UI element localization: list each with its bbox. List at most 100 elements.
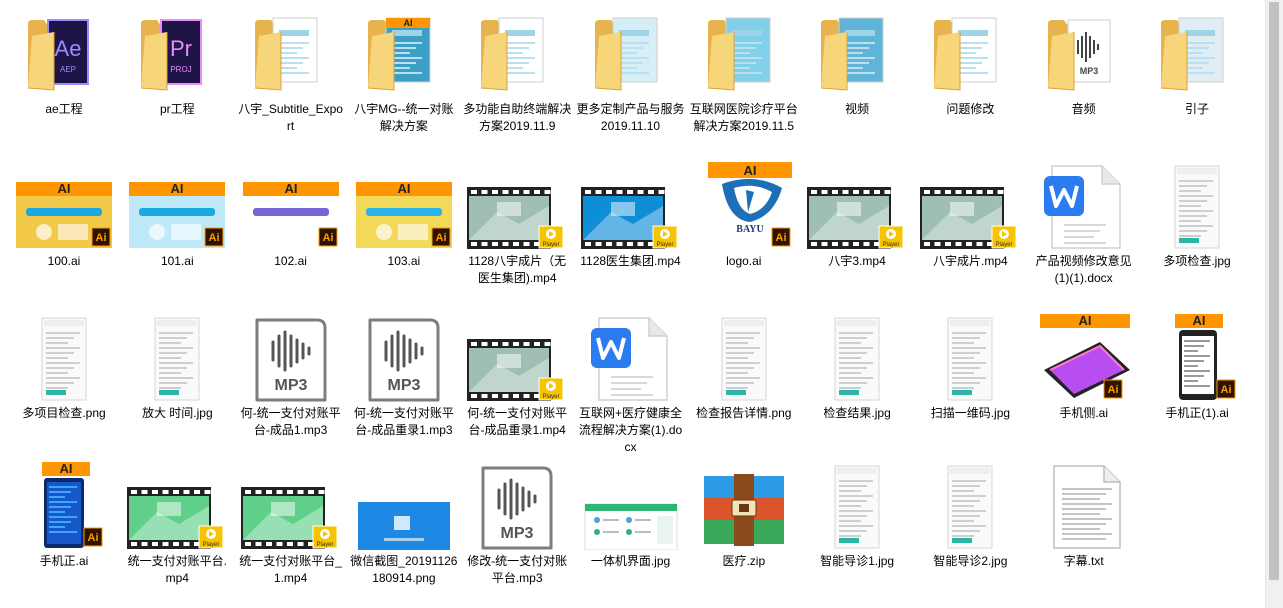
file-thumbnail xyxy=(694,314,794,402)
file-item[interactable]: 智能导诊2.jpg xyxy=(914,462,1026,570)
file-item[interactable]: MP3 何-统一支付对账平台-成品1.mp3 xyxy=(235,314,347,439)
doc-folder-icon xyxy=(481,17,544,91)
file-name: 1128八宇成片（无医生集团).mp4 xyxy=(468,254,567,285)
file-item[interactable]: 扫描一维码.jpg xyxy=(914,314,1026,422)
file-item[interactable]: 多项目检查.png xyxy=(8,314,120,422)
file-thumbnail: MP3 xyxy=(467,462,567,550)
file-thumbnail xyxy=(807,462,907,550)
file-name: 互联网+医疗健康全流程解决方案(1).docx xyxy=(578,406,683,454)
file-item[interactable]: AI 八宇MG--统一对账解决方案 xyxy=(348,10,460,135)
file-item[interactable]: 八宇_Subtitle_Export xyxy=(235,10,347,135)
file-name: pr工程 xyxy=(159,102,195,116)
image-file-icon xyxy=(357,502,450,550)
file-item[interactable]: 一体机界面.jpg xyxy=(575,462,687,570)
scrollbar-thumb[interactable] xyxy=(1269,2,1279,580)
file-item[interactable]: 多项检查.jpg xyxy=(1141,162,1253,270)
file-name: 何-统一支付对账平台-成品1.mp3 xyxy=(240,406,341,437)
app-glyph: Pr xyxy=(170,36,192,61)
file-item[interactable]: AI Ai 100.ai xyxy=(8,162,120,270)
file-name: 字幕.txt xyxy=(1063,554,1104,568)
player-badge: Player xyxy=(543,242,560,248)
phone-ai-file-icon: AI Ai xyxy=(42,462,103,548)
file-item[interactable]: AI Ai 手机正(1).ai xyxy=(1141,314,1253,422)
file-item[interactable]: AI Ai 手机正.ai xyxy=(8,462,120,570)
mp3-file-icon: MP3 xyxy=(481,466,553,550)
file-thumbnail: AI Ai xyxy=(1034,314,1134,402)
mp3-glyph: MP3 xyxy=(1079,66,1098,76)
file-item[interactable]: 放大 时间.jpg xyxy=(121,314,233,422)
ai-tag-text: AI xyxy=(171,181,184,196)
file-item[interactable]: AI BAYU Ai logo.ai xyxy=(688,162,800,270)
file-item[interactable]: Player 何-统一支付对账平台-成品重录1.mp4 xyxy=(461,314,573,439)
file-item[interactable]: AI Ai 手机侧.ai xyxy=(1028,314,1140,422)
text-file-icon xyxy=(1052,465,1121,549)
file-item[interactable]: MP3 何-统一支付对账平台-成品重录1.mp3 xyxy=(348,314,460,439)
file-name: 问题修改 xyxy=(946,102,995,116)
file-item[interactable]: 引子 xyxy=(1141,10,1253,118)
file-thumbnail: AI Ai xyxy=(354,162,454,250)
ai-file-icon: AI Ai xyxy=(16,181,112,248)
file-thumbnail xyxy=(920,462,1020,550)
file-item[interactable]: AI Ai 102.ai xyxy=(235,162,347,270)
image-file-icon xyxy=(41,317,87,401)
image-file-icon xyxy=(947,317,993,401)
file-item[interactable]: Ae AEP ae工程 xyxy=(8,10,120,118)
file-thumbnail: Player xyxy=(127,462,227,550)
file-thumbnail xyxy=(807,10,907,98)
file-item[interactable]: 视频 xyxy=(801,10,913,118)
word-file-icon xyxy=(590,317,668,401)
file-item[interactable]: 产品视频修改意见(1)(1).docx xyxy=(1028,162,1140,287)
file-item[interactable]: Player 1128八宇成片（无医生集团).mp4 xyxy=(461,162,573,287)
file-item[interactable]: 检查结果.jpg xyxy=(801,314,913,422)
file-item[interactable]: 智能导诊1.jpg xyxy=(801,462,913,570)
file-item[interactable]: 互联网医院诊疗平台解决方案2019.11.5 xyxy=(688,10,800,135)
file-item[interactable]: AI Ai 103.ai xyxy=(348,162,460,270)
file-item[interactable]: Pr PROJ pr工程 xyxy=(121,10,233,118)
ai-badge: Ai xyxy=(435,232,446,244)
file-thumbnail xyxy=(354,462,454,550)
file-item[interactable]: 检查报告详情.png xyxy=(688,314,800,422)
app-subglyph: PROJ xyxy=(171,65,192,74)
file-item[interactable]: Player 八宇3.mp4 xyxy=(801,162,913,270)
file-item[interactable]: 问题修改 xyxy=(914,10,1026,118)
word-file-icon xyxy=(1043,165,1121,249)
player-badge: Player xyxy=(203,542,220,548)
file-item[interactable]: Player 1128医生集团.mp4 xyxy=(575,162,687,270)
ai-folder-icon: AI xyxy=(367,17,431,91)
file-name: 检查报告详情.png xyxy=(696,406,792,420)
file-thumbnail xyxy=(581,10,681,98)
file-item[interactable]: Player 统一支付对账平台_1.mp4 xyxy=(235,462,347,587)
file-item[interactable]: AI Ai 101.ai xyxy=(121,162,233,270)
file-item[interactable]: MP3 音频 xyxy=(1028,10,1140,118)
file-name: 智能导诊1.jpg xyxy=(820,554,895,568)
ai-badge: Ai xyxy=(322,232,333,244)
video-folder-icon xyxy=(821,17,884,91)
file-item[interactable]: Player 八宇成片.mp4 xyxy=(914,162,1026,270)
image-file-icon xyxy=(834,465,880,549)
scene-folder-icon xyxy=(1160,17,1224,91)
file-thumbnail xyxy=(920,314,1020,402)
mp3-file-icon: MP3 xyxy=(255,318,327,402)
vertical-scrollbar[interactable] xyxy=(1265,0,1283,608)
svg-text:AI: AI xyxy=(403,18,412,28)
player-badge: Player xyxy=(996,242,1013,248)
file-name: 更多定制产品与服务2019.11.10 xyxy=(576,102,685,133)
file-item[interactable]: Player 统一支付对账平台.mp4 xyxy=(121,462,233,587)
file-item[interactable]: 互联网+医疗健康全流程解决方案(1).docx xyxy=(575,314,687,456)
file-item[interactable]: MP3 修改-统一支付对账平台.mp3 xyxy=(461,462,573,587)
file-name: 互联网医院诊疗平台解决方案2019.11.5 xyxy=(689,102,798,133)
image-file-icon xyxy=(947,465,993,549)
player-badge: Player xyxy=(656,242,673,248)
file-item[interactable]: 微信截图_20191126180914.png xyxy=(348,462,460,587)
file-item[interactable]: 更多定制产品与服务2019.11.10 xyxy=(575,10,687,135)
file-item[interactable]: 字幕.txt xyxy=(1028,462,1140,570)
file-item[interactable]: 医疗.zip xyxy=(688,462,800,570)
file-name: 102.ai xyxy=(274,254,307,268)
ai-file-icon: AI Ai xyxy=(129,181,226,248)
file-thumbnail xyxy=(14,314,114,402)
file-item[interactable]: 多功能自助终端解决方案2019.11.9 xyxy=(461,10,573,135)
mp3-glyph: MP3 xyxy=(501,525,534,542)
ai-badge: Ai xyxy=(96,232,107,244)
image-file-icon xyxy=(721,317,767,401)
file-thumbnail: Player xyxy=(240,462,341,550)
